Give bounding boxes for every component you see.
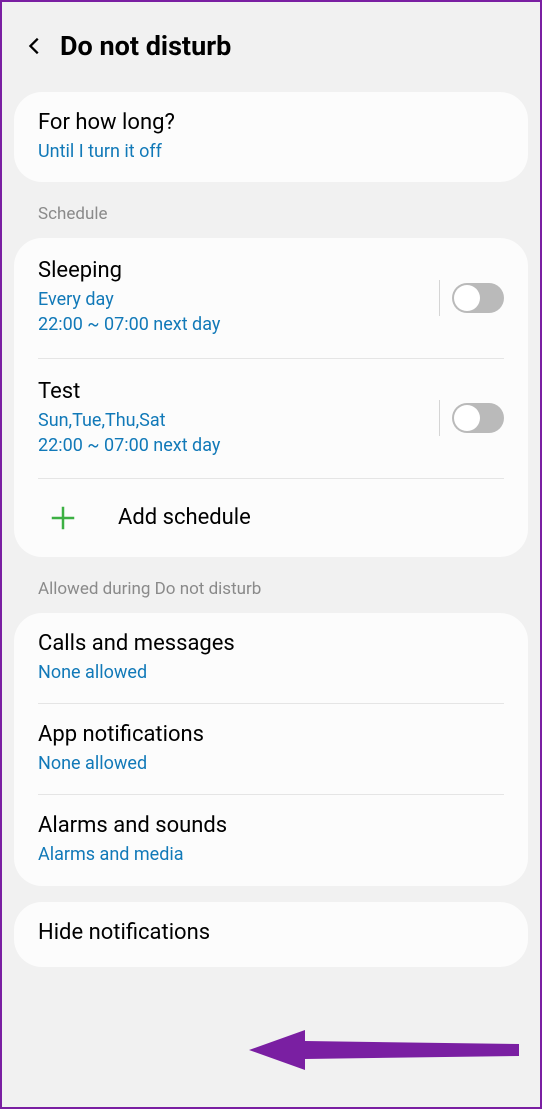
page-title: Do not disturb <box>60 30 231 62</box>
toggle-divider <box>439 280 440 316</box>
duration-row[interactable]: For how long? Until I turn it off <box>14 92 528 182</box>
duration-label: For how long? <box>38 110 504 135</box>
duration-value: Until I turn it off <box>38 139 504 164</box>
schedule-days: Sun,Tue,Thu,Sat <box>38 408 439 433</box>
schedule-toggle-sleeping[interactable] <box>452 283 504 313</box>
hide-notifications-label: Hide notifications <box>38 920 504 945</box>
back-icon[interactable] <box>24 35 46 57</box>
annotation-arrow-icon <box>249 1030 519 1070</box>
calls-messages-row[interactable]: Calls and messages None allowed <box>14 613 528 703</box>
app-notifications-row[interactable]: App notifications None allowed <box>14 704 528 794</box>
schedule-toggle-test[interactable] <box>452 403 504 433</box>
schedule-time: 22:00 ~ 07:00 next day <box>38 433 439 458</box>
alarms-sounds-title: Alarms and sounds <box>38 813 504 838</box>
allowed-section-header: Allowed during Do not disturb <box>2 557 540 613</box>
calls-messages-status: None allowed <box>38 660 504 685</box>
schedule-time: 22:00 ~ 07:00 next day <box>38 312 439 337</box>
schedule-name: Sleeping <box>38 258 439 283</box>
schedule-section-header: Schedule <box>2 182 540 238</box>
app-notifications-status: None allowed <box>38 751 504 776</box>
calls-messages-title: Calls and messages <box>38 631 504 656</box>
alarms-sounds-status: Alarms and media <box>38 842 504 867</box>
plus-icon <box>48 503 78 533</box>
add-schedule-label: Add schedule <box>118 505 251 530</box>
schedule-row-test[interactable]: Test Sun,Tue,Thu,Sat 22:00 ~ 07:00 next … <box>14 359 528 478</box>
schedule-row-sleeping[interactable]: Sleeping Every day 22:00 ~ 07:00 next da… <box>14 238 528 357</box>
app-notifications-title: App notifications <box>38 722 504 747</box>
add-schedule-row[interactable]: Add schedule <box>14 479 528 557</box>
alarms-sounds-row[interactable]: Alarms and sounds Alarms and media <box>14 795 528 885</box>
schedule-name: Test <box>38 379 439 404</box>
schedule-days: Every day <box>38 287 439 312</box>
hide-notifications-row[interactable]: Hide notifications <box>14 902 528 967</box>
toggle-divider <box>439 400 440 436</box>
